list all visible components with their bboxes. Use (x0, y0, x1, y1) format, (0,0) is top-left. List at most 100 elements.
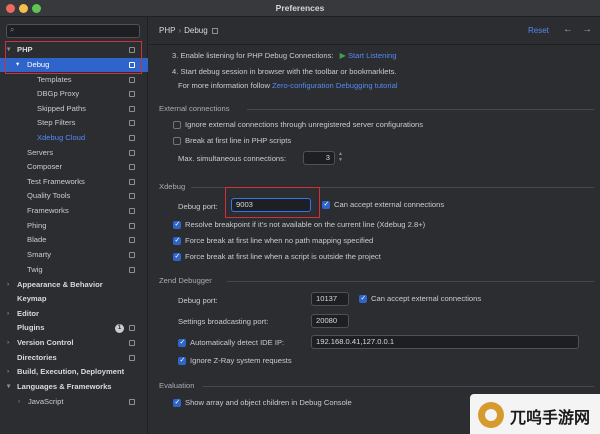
preferences-window: Preferences ⌕ ▾ PHP ▾ Debug Templates DB… (0, 0, 600, 434)
sidebar-item-version-control[interactable]: › Version Control (0, 336, 148, 350)
force-break-outside-project-checkbox[interactable] (173, 252, 181, 261)
sidebar-item-blade[interactable]: Blade (0, 233, 148, 247)
sidebar-item-templates[interactable]: Templates (0, 73, 148, 87)
project-settings-icon (129, 223, 135, 229)
project-settings-icon (129, 208, 135, 214)
watermark-logo-icon (478, 402, 504, 428)
project-settings-icon (211, 27, 218, 34)
sidebar-item-composer[interactable]: Composer (0, 160, 148, 174)
sidebar-item-label: Build, Execution, Deployment (17, 367, 125, 376)
site-watermark: 兀呜手游网 (470, 394, 600, 434)
sidebar-item-label: Quality Tools (27, 191, 71, 200)
project-settings-icon (129, 237, 135, 243)
chevron-right-icon[interactable]: › (7, 307, 9, 321)
section-divider (227, 281, 594, 282)
sidebar-item-twig[interactable]: Twig (0, 263, 148, 277)
zend-accept-external-checkbox[interactable] (359, 294, 367, 303)
chevron-right-icon[interactable]: › (7, 278, 9, 292)
sidebar-item-quality-tools[interactable]: Quality Tools (0, 189, 148, 203)
sidebar-item-label: Appearance & Behavior (17, 280, 103, 289)
sidebar-item-phing[interactable]: Phing (0, 219, 148, 233)
xdebug-header: Xdebug (159, 182, 186, 191)
sidebar-item-label: Xdebug Cloud (37, 133, 86, 142)
sidebar-item-label: Skipped Paths (37, 104, 86, 113)
max-connections-input[interactable]: 3 (303, 151, 335, 165)
ignore-zray-label: Ignore Z-Ray system requests (190, 356, 292, 365)
force-break-no-mapping-checkbox[interactable] (173, 236, 181, 245)
sidebar-item-servers[interactable]: Servers (0, 146, 148, 160)
zend-port-input[interactable]: 10137 (311, 292, 349, 306)
force-break-outside-project-label: Force break at first line when a script … (185, 252, 381, 261)
sidebar-item-label: Keymap (17, 294, 47, 303)
sidebar-item-build-execution-deployment[interactable]: › Build, Execution, Deployment (0, 365, 148, 379)
xdebug-accept-external-checkbox[interactable] (322, 200, 330, 209)
sidebar-item-test-frameworks[interactable]: Test Frameworks (0, 175, 148, 189)
show-array-children-checkbox[interactable] (173, 398, 181, 407)
settings-search-input[interactable]: ⌕ (6, 24, 140, 38)
sidebar-item-label: Composer (27, 162, 63, 171)
watermark-text: 兀呜手游网 (510, 408, 591, 427)
sidebar-item-smarty[interactable]: Smarty (0, 248, 148, 262)
auto-detect-ip-checkbox[interactable] (178, 338, 186, 347)
sidebar-item-label: Twig (27, 265, 43, 274)
sidebar-item-languages-frameworks[interactable]: ▾ Languages & Frameworks (0, 380, 148, 394)
sidebar-item-xdebug-cloud[interactable]: Xdebug Cloud (0, 131, 148, 145)
sidebar-item-label: Smarty (27, 250, 52, 259)
breadcrumb-parent[interactable]: PHP (159, 26, 175, 35)
search-icon: ⌕ (10, 25, 15, 34)
sidebar-item-label: DBGp Proxy (37, 89, 80, 98)
break-first-line-label: Break at first line in PHP scripts (185, 136, 292, 145)
ignore-zray-checkbox[interactable] (178, 356, 186, 365)
highlight-box-php-debug (5, 41, 142, 74)
ide-ip-input[interactable]: 192.168.0.41,127.0.0.1 (311, 335, 579, 349)
sidebar-item-appearance-behavior[interactable]: › Appearance & Behavior (0, 278, 148, 292)
project-settings-icon (129, 252, 135, 258)
sidebar-item-directories[interactable]: Directories (0, 351, 148, 365)
sidebar-item-frameworks[interactable]: Frameworks (0, 204, 148, 218)
chevron-right-icon[interactable]: › (7, 365, 9, 379)
reset-button[interactable]: Reset (528, 26, 549, 35)
chevron-right-icon[interactable]: › (18, 395, 20, 409)
forward-arrow-icon[interactable]: → (582, 24, 592, 35)
sidebar-item-javascript[interactable]: › JavaScript (0, 395, 148, 409)
highlight-box-xdebug-port (225, 187, 320, 218)
chevron-down-icon[interactable]: ▾ (7, 380, 10, 394)
step-3-text: 3. Enable listening for PHP Debug Connec… (172, 51, 397, 60)
sidebar-item-editor[interactable]: › Editor (0, 307, 148, 321)
evaluation-header: Evaluation (159, 381, 195, 390)
settings-sidebar: ⌕ ▾ PHP ▾ Debug Templates DBGp Proxy Ski… (0, 17, 148, 434)
sidebar-item-dbgp-proxy[interactable]: DBGp Proxy (0, 87, 148, 101)
project-settings-icon (129, 355, 135, 361)
max-connections-label: Max. simultaneous connections: (178, 154, 287, 163)
max-connections-stepper[interactable]: ▲ ▼ (336, 151, 345, 165)
project-settings-icon (129, 340, 135, 346)
section-divider (203, 386, 594, 387)
start-listening-link[interactable]: Start Listening (348, 51, 397, 60)
zend-debugger-header: Zend Debugger (159, 276, 212, 285)
project-settings-icon (129, 267, 135, 273)
zero-config-tutorial-link[interactable]: Zero-configuration Debugging tutorial (272, 81, 397, 90)
project-settings-icon (129, 179, 135, 185)
project-settings-icon (129, 150, 135, 156)
broadcast-port-input[interactable]: 20080 (311, 314, 349, 328)
sidebar-item-label: Plugins (17, 323, 45, 332)
break-first-line-checkbox[interactable] (173, 137, 181, 145)
more-info-text: For more information follow Zero-configu… (178, 81, 398, 90)
project-settings-icon (129, 120, 135, 126)
sidebar-item-step-filters[interactable]: Step Filters (0, 116, 148, 130)
project-settings-icon (129, 135, 135, 141)
xdebug-port-label: Debug port: (178, 202, 218, 211)
resolve-breakpoint-checkbox[interactable] (173, 220, 181, 229)
chevron-right-icon[interactable]: › (7, 336, 9, 350)
sidebar-item-label: Phing (27, 221, 47, 230)
zend-port-label: Debug port: (178, 296, 218, 305)
sidebar-item-keymap[interactable]: Keymap (0, 292, 148, 306)
back-arrow-icon[interactable]: ← (563, 24, 573, 35)
ignore-external-checkbox[interactable] (173, 121, 181, 129)
sidebar-item-skipped-paths[interactable]: Skipped Paths (0, 102, 148, 116)
sidebar-item-plugins[interactable]: Plugins 1 (0, 321, 148, 335)
broadcast-port-label: Settings broadcasting port: (178, 317, 269, 326)
breadcrumb-separator: › (178, 26, 182, 35)
sidebar-item-label: Servers (27, 148, 54, 157)
settings-content: PHP › Debug Reset ← → 3. Enable listening … (149, 17, 600, 434)
